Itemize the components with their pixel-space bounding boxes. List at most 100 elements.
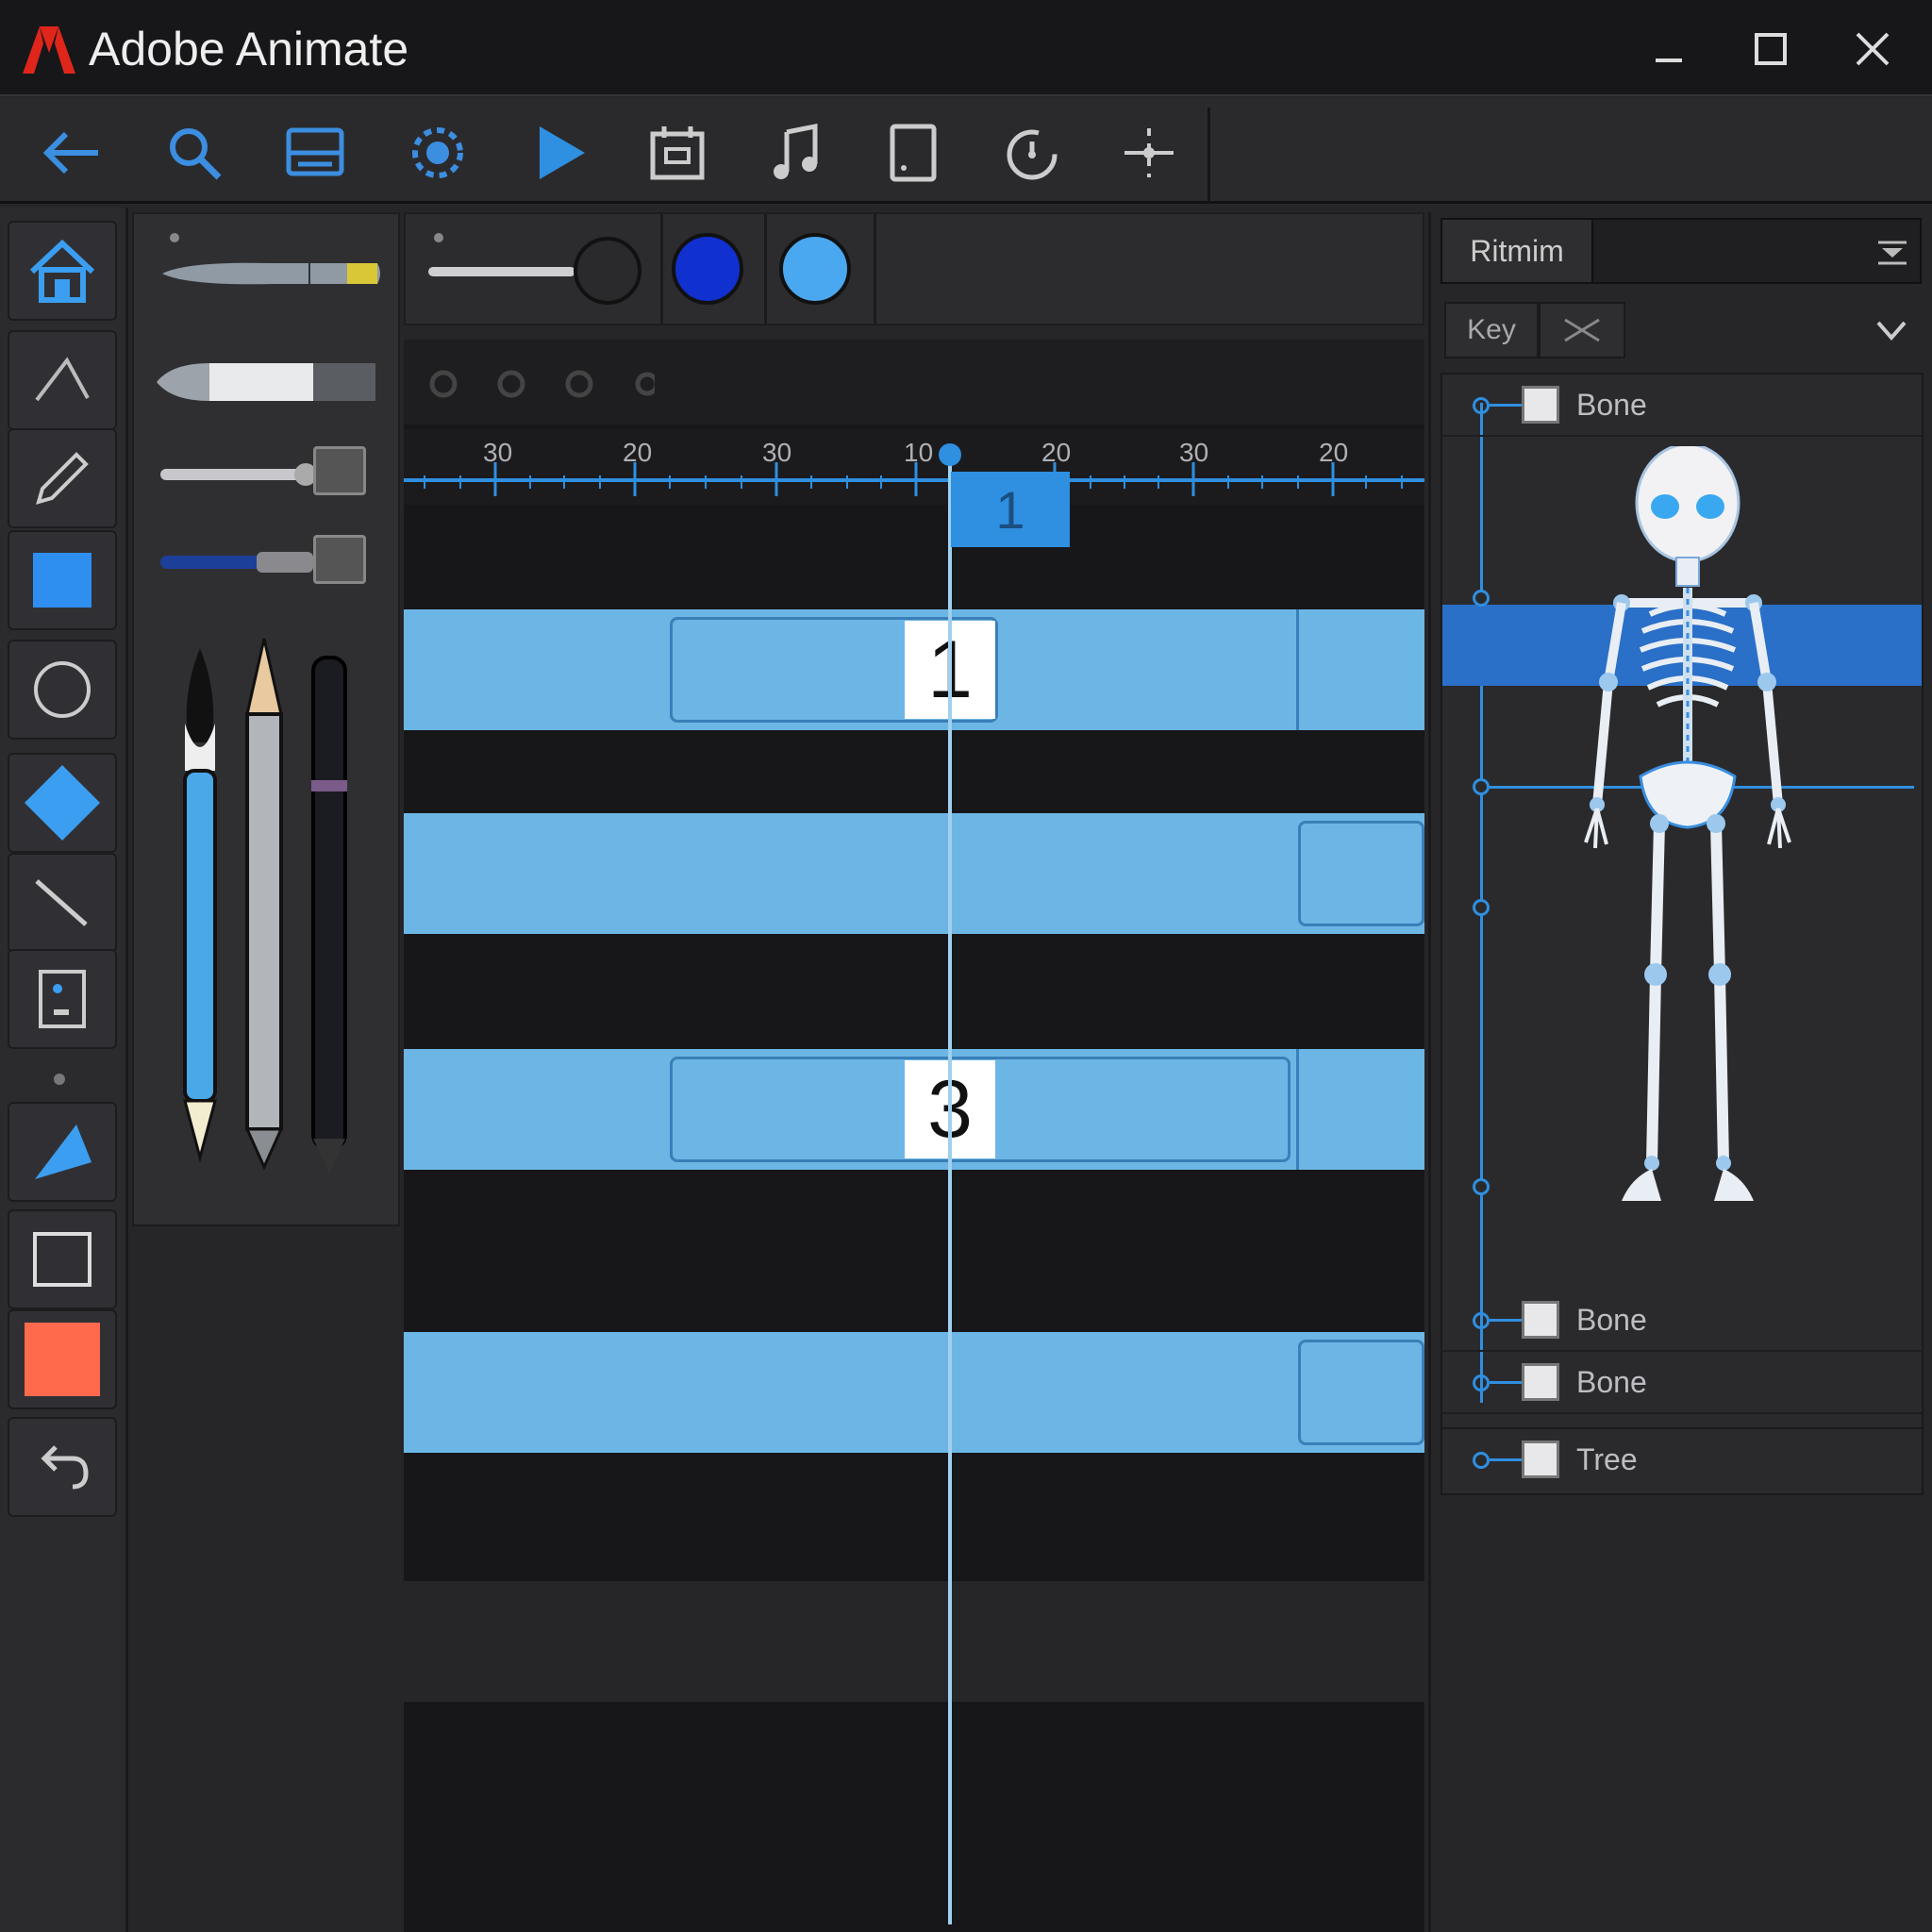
- home-tool[interactable]: [8, 221, 117, 321]
- tree-item[interactable]: Bone: [1442, 1352, 1922, 1414]
- tree-item[interactable]: Tree: [1441, 1429, 1924, 1495]
- size-value-box[interactable]: [313, 446, 366, 495]
- line-tool[interactable]: [8, 330, 117, 430]
- tree-branch: [1490, 1381, 1522, 1384]
- gear-icon: [412, 127, 463, 178]
- pencil-brush-icon: [244, 638, 284, 1171]
- title-bar: Adobe Animate: [0, 0, 1932, 96]
- layout-button[interactable]: [279, 117, 351, 189]
- tree-node-icon: [1473, 1312, 1490, 1329]
- frame-tool[interactable]: [8, 949, 117, 1049]
- chisel-brush-preset[interactable]: [153, 356, 379, 408]
- ellipse-tool[interactable]: [8, 640, 117, 740]
- ruler-ticks: [424, 462, 1403, 496]
- calendar-button[interactable]: [641, 117, 713, 189]
- fill-color-circle[interactable]: [779, 233, 851, 305]
- pencil-icon: [36, 452, 89, 505]
- brush-presets[interactable]: [157, 629, 383, 1176]
- search-button[interactable]: [158, 117, 230, 189]
- visibility-checkbox[interactable]: [1522, 1301, 1559, 1339]
- stroke-width-knob[interactable]: [574, 237, 641, 305]
- stroke-width-slider-track[interactable]: [428, 267, 575, 276]
- panel-dot: [170, 233, 179, 242]
- visibility-checkbox[interactable]: [1522, 1363, 1559, 1401]
- collapse-icon[interactable]: [1876, 239, 1908, 267]
- opacity-slider-handle[interactable]: [257, 552, 313, 573]
- minimize-button[interactable]: [1636, 21, 1702, 77]
- stroke-color-swatch[interactable]: [672, 233, 743, 305]
- opacity-value-box[interactable]: [313, 535, 366, 584]
- strip-dot: [434, 233, 443, 242]
- document-button[interactable]: [877, 117, 949, 189]
- key-button[interactable]: Key: [1444, 302, 1539, 358]
- search-icon: [170, 128, 222, 180]
- tree-item[interactable]: Bone: [1442, 1290, 1922, 1352]
- empty-track[interactable]: [404, 1581, 1424, 1702]
- playhead-line: [948, 453, 952, 1924]
- visibility-checkbox[interactable]: [1522, 1441, 1559, 1478]
- toolbar-divider: [1208, 108, 1210, 202]
- play-button[interactable]: [525, 117, 596, 189]
- strip-divider: [660, 214, 663, 324]
- rectangle-tool[interactable]: [8, 530, 117, 630]
- timeline-clip[interactable]: [1298, 1340, 1424, 1445]
- close-icon: [1856, 32, 1890, 66]
- timer-button[interactable]: [996, 117, 1068, 189]
- tree-item[interactable]: [1442, 1408, 1922, 1429]
- tree-item-label: Bone: [1576, 1302, 1647, 1337]
- tablet-icon: [890, 124, 937, 182]
- diamond-tool[interactable]: [8, 753, 117, 853]
- tree-item-label: Bone: [1576, 387, 1647, 422]
- line-icon: [35, 357, 90, 402]
- chevron-down-icon[interactable]: [1874, 317, 1908, 343]
- maximize-button[interactable]: [1738, 21, 1804, 77]
- panel-tab[interactable]: Ritmim: [1442, 220, 1593, 282]
- back-arrow-icon: [42, 131, 98, 175]
- scissors-icon: [1564, 318, 1600, 342]
- keyframe-icon: [429, 370, 458, 398]
- undo-tool[interactable]: [8, 1417, 117, 1517]
- move-button[interactable]: [1113, 117, 1185, 189]
- frame-icon: [39, 970, 86, 1028]
- undo-icon: [41, 1445, 89, 1490]
- tree-item-label: Tree: [1576, 1442, 1638, 1476]
- diagonal-line-tool[interactable]: [8, 853, 117, 953]
- skeleton-figure[interactable]: [1527, 446, 1829, 1220]
- timeline-clip[interactable]: [1298, 821, 1424, 926]
- tree-item[interactable]: Bone: [1442, 375, 1922, 437]
- playhead-frame-label[interactable]: 1: [951, 472, 1070, 547]
- marker-brush-preset[interactable]: [158, 252, 381, 295]
- playhead-handle[interactable]: [939, 443, 961, 466]
- clip-divider: [1296, 609, 1299, 730]
- bones-panel: Ritmim Key Bone Bone Bone Tree: [1428, 212, 1932, 1932]
- keyframe-icon: [635, 372, 655, 396]
- rectangle-outline-tool[interactable]: [8, 1209, 117, 1309]
- visibility-checkbox[interactable]: [1522, 386, 1559, 424]
- strip-divider-3: [874, 214, 876, 324]
- size-slider-track[interactable]: [160, 469, 311, 480]
- timeline-track[interactable]: [404, 813, 1424, 934]
- brush-settings-panel: [132, 212, 400, 1226]
- panel-subheader: Key: [1444, 302, 1932, 362]
- fill-color-tool[interactable]: [8, 1309, 117, 1409]
- fill-color-swatch: [25, 1323, 100, 1396]
- rectangle-tool-icon: [33, 553, 92, 608]
- layout-icon: [286, 127, 344, 176]
- back-button[interactable]: [36, 117, 108, 189]
- tree-node-icon: [1473, 899, 1490, 916]
- tree-branch: [1490, 404, 1522, 407]
- pencil-tool[interactable]: [8, 428, 117, 528]
- ink-pen-icon: [311, 656, 347, 1173]
- tree-node-icon: [1473, 1374, 1490, 1391]
- timeline-track[interactable]: [404, 1332, 1424, 1453]
- window-title: Adobe Animate: [89, 23, 409, 75]
- settings-button[interactable]: [402, 117, 474, 189]
- strip-divider-2: [764, 214, 767, 324]
- timeline-panel: 30 20 30 10 20 30 20 1 3 1: [404, 340, 1424, 1932]
- scissors-button[interactable]: [1539, 302, 1625, 358]
- close-button[interactable]: [1840, 21, 1906, 77]
- pen-tool[interactable]: [8, 1102, 117, 1202]
- adobe-logo-icon: [23, 26, 75, 74]
- keyframe-icons[interactable]: [428, 368, 655, 400]
- audio-button[interactable]: [760, 117, 832, 189]
